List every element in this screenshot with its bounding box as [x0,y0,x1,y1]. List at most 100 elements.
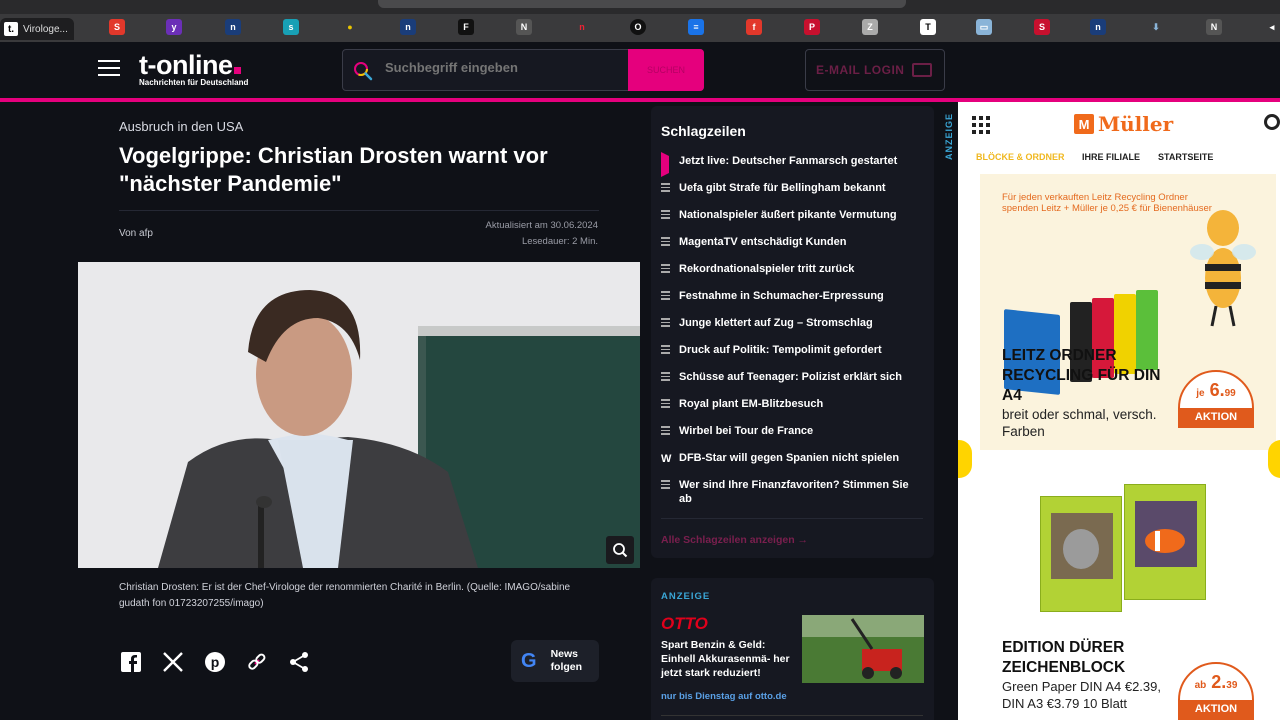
headline-item[interactable]: Junge klettert auf Zug – Stromschlag [661,316,923,330]
site-header: t-online Nachrichten für Deutschland SUC… [0,42,1280,102]
pinned-tab-icon[interactable]: s [283,19,299,35]
pinned-tab-icon[interactable]: ◂ [1264,19,1280,35]
nav-item[interactable]: STARTSEITE [1158,152,1213,162]
address-bar[interactable] [378,0,906,8]
article-author: Von afp [119,228,153,239]
pinned-tab-icon[interactable]: n [574,19,590,35]
zoom-icon[interactable] [606,536,634,564]
article-icon [661,183,679,195]
link-icon[interactable] [245,650,269,674]
email-login-label: E-MAIL LOGIN [816,63,905,77]
tab-favicon: t. [4,22,18,36]
pinned-tab-icon[interactable]: S [1034,19,1050,35]
facebook-icon[interactable] [119,650,143,674]
search-icon [354,62,373,81]
headline-item[interactable]: Nationalspieler äußert pikante Vermutung [661,208,923,222]
article-icon [661,426,679,438]
mueller-m-icon: M [1074,114,1094,134]
pinned-tab-icon[interactable]: ⬇ [1148,19,1164,35]
photo-caption: Christian Drosten: Er ist der Chef-Virol… [119,582,571,609]
zeichenblock-subtext: Green Paper DIN A4 €2.39, DIN A3 €3.79 1… [1002,679,1161,711]
search-button[interactable]: SUCHEN [628,49,704,91]
tab-title: Virologe... [23,23,68,35]
headline-item[interactable]: Jetzt live: Deutscher Fanmarsch gestarte… [661,152,923,177]
pinned-tab-icon[interactable]: n [400,19,416,35]
t-online-logo[interactable]: t-online Nachrichten für Deutschland [139,50,248,87]
envelope-icon [912,63,933,77]
share-bar: p [119,650,311,674]
nav-item[interactable]: IHRE FILIALE [1082,152,1140,162]
article-icon [661,372,679,384]
pinned-tab-icon[interactable]: Z [862,19,878,35]
article-photo[interactable] [78,262,640,568]
google-news-follow-button[interactable]: G News folgen [511,640,599,682]
article-headline: Vogelgrippe: Christian Drosten warnt vor… [119,143,548,196]
pinterest-icon[interactable]: p [203,650,227,674]
drawing-pad-image [1124,484,1206,600]
headline-item[interactable]: Wer sind Ihre Finanzfavoriten? Stimmen S… [661,478,923,506]
headline-item[interactable]: Schüsse auf Teenager: Polizist erklärt s… [661,370,923,384]
ad-link[interactable]: nur bis Dienstag auf otto.de [661,691,787,702]
pinned-tab-icon[interactable]: n [1090,19,1106,35]
active-tab[interactable]: t. Virologe... [0,18,74,40]
pinned-tab-icon[interactable]: P [804,19,820,35]
pinned-tab-icon[interactable]: T [920,19,936,35]
pinned-tab-icon[interactable]: F [458,19,474,35]
nav-item[interactable]: BLÖCKE & ORDNER [976,152,1065,162]
pinned-tab-icon[interactable]: f [746,19,762,35]
otto-ad[interactable]: ANZEIGE OTTO Spart Benzin & Geld: Einhel… [651,578,934,720]
article-kicker: Ausbruch in den USA [119,119,244,134]
browser-tab-bar: t. Virologe... S y n s ● n F N n O ≡ f P… [0,0,1280,42]
zeichenblock-ad[interactable]: EDITION DÜRER ZEICHENBLOCK Green Paper D… [980,482,1276,720]
vertical-ad-label: ANZEIGE [944,112,954,160]
carousel-prev-button[interactable] [958,440,972,478]
article-icon [661,210,679,222]
headline-item[interactable]: W DFB-Star will gegen Spanien nicht spiel… [661,451,923,465]
article-icon [661,291,679,303]
carousel-next-button[interactable] [1268,440,1280,478]
pinned-tab-icon[interactable]: O [630,19,646,35]
location-pin-icon[interactable] [1264,114,1280,130]
mueller-logo: M Müller [1074,112,1173,136]
all-headlines-link[interactable]: Alle Schlagzeilen anzeigen → [661,534,808,546]
bee-mascot [1190,210,1256,327]
updated-date: Aktualisiert am 30.06.2024 [485,220,598,231]
headline-item[interactable]: Uefa gibt Strafe für Bellingham bekannt [661,181,923,195]
pinned-tab-icon[interactable]: y [166,19,182,35]
pinned-tab-icon[interactable]: n [225,19,241,35]
article: Ausbruch in den USA Vogelgrippe: Christi… [78,102,640,720]
play-icon [661,152,679,177]
headline-item[interactable]: MagentaTV entschädigt Kunden [661,235,923,249]
headline-item[interactable]: Druck auf Politik: Tempolimit gefordert [661,343,923,357]
ad-label: ANZEIGE [661,591,711,602]
w-icon: W [661,453,672,465]
article-icon [661,264,679,276]
pinned-tab-icon[interactable]: N [1206,19,1222,35]
pinned-tab-icon[interactable]: S [109,19,125,35]
article-icon [661,480,679,506]
headline-item[interactable]: Rekordnationalspieler tritt zurück [661,262,923,276]
headline-item[interactable]: Wirbel bei Tour de France [661,424,923,438]
leitz-ad[interactable]: Für jeden verkauften Leitz Recycling Ord… [980,174,1276,450]
google-icon: G [521,649,537,672]
pinned-tab-icon[interactable]: ● [342,19,358,35]
pinned-tab-icon[interactable]: ▭ [976,19,992,35]
article-icon [661,237,679,249]
ad-text: Spart Benzin & Geld: Einhell Akkurasenmä… [661,639,790,679]
headline-item[interactable]: Royal plant EM-Blitzbesuch [661,397,923,411]
headline-item[interactable]: Festnahme in Schumacher-Erpressung [661,289,923,303]
pinned-tab-icon[interactable]: N [516,19,532,35]
lawnmower-image [802,615,924,683]
menu-icon[interactable] [98,60,120,78]
mueller-ad[interactable]: M Müller BLÖCKE & ORDNER IHRE FILIALE STA… [958,102,1280,720]
grid-menu-icon[interactable] [972,116,990,134]
headlines-panel: Schlagzeilen Jetzt live: Deutscher Fanma… [651,106,934,558]
x-twitter-icon[interactable] [161,650,185,674]
search-input[interactable] [385,60,625,75]
share-icon[interactable] [287,650,311,674]
pinned-tab-icon[interactable]: ≡ [688,19,704,35]
headlines-title: Schlagzeilen [661,123,746,139]
email-login-button[interactable]: E-MAIL LOGIN [805,49,945,91]
zeichenblock-headline: EDITION DÜRER ZEICHENBLOCK [1002,639,1126,676]
article-icon [661,318,679,330]
